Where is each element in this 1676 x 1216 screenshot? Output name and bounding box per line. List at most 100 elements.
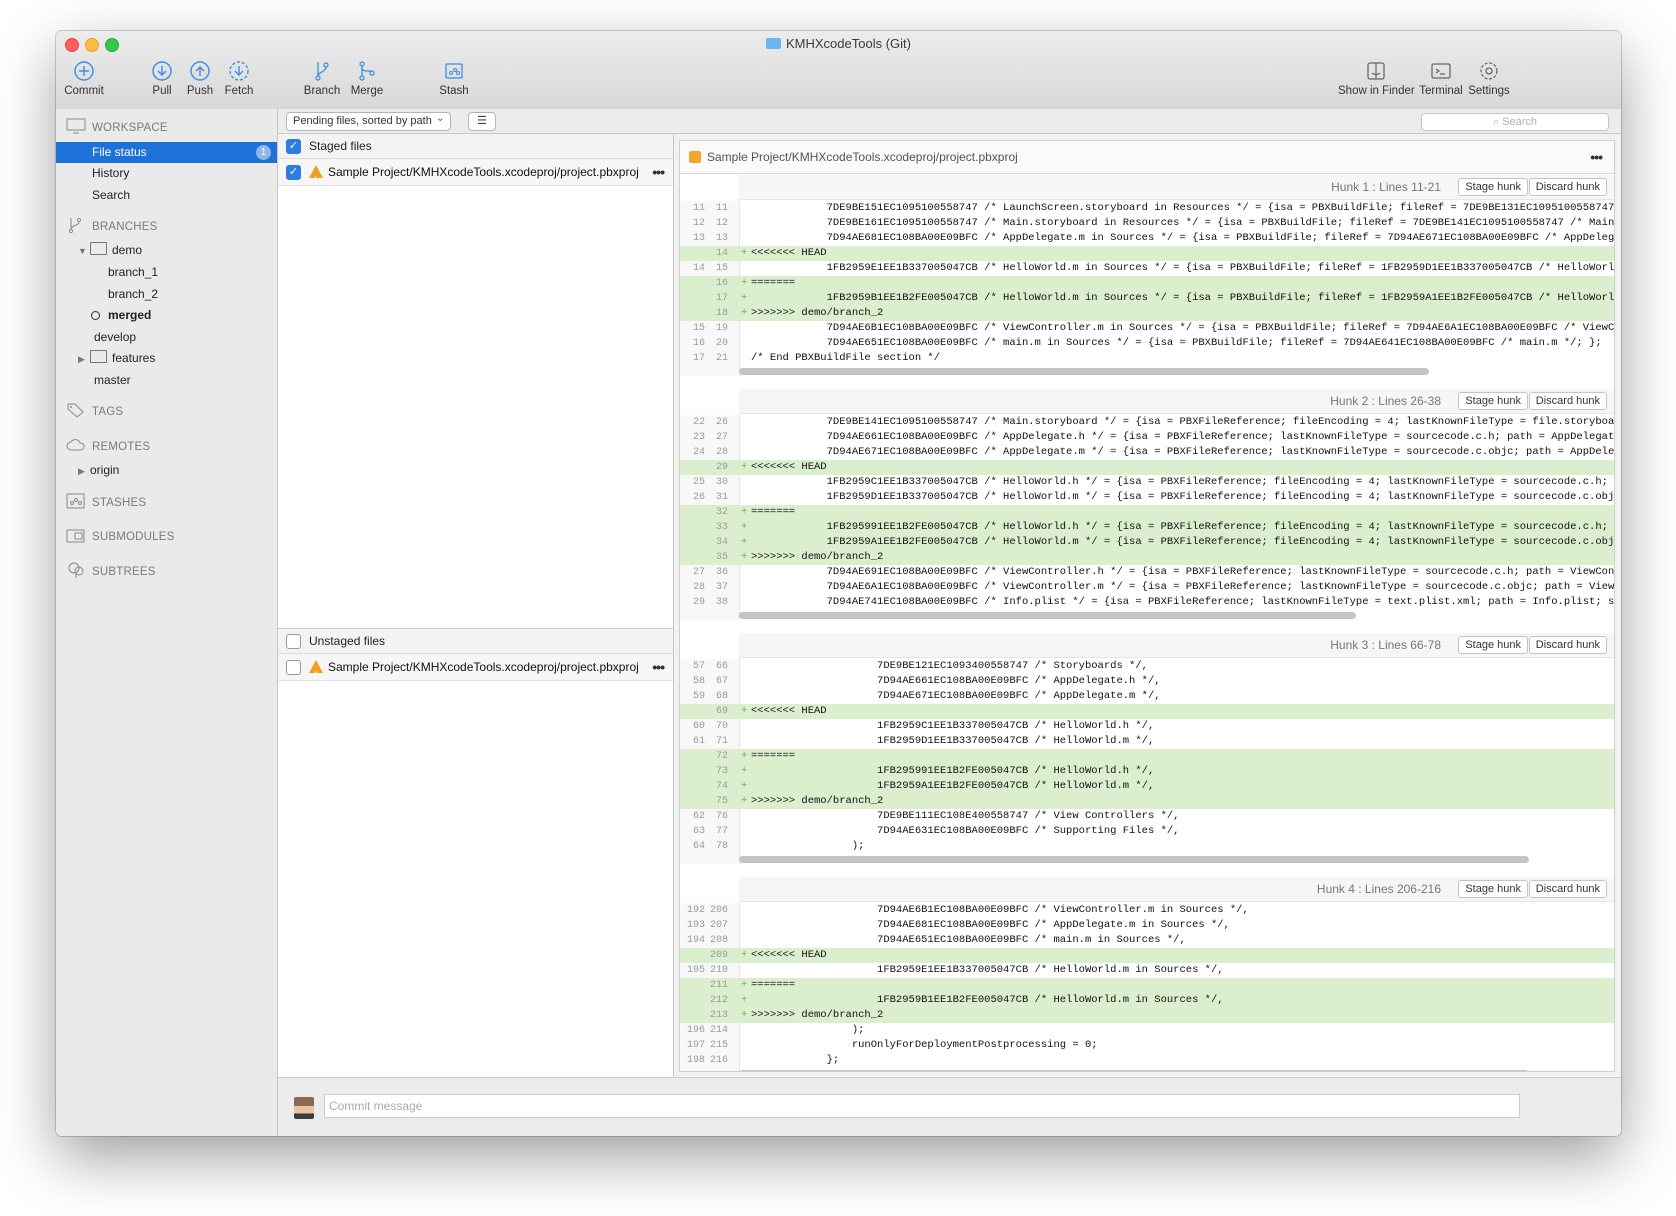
- horizontal-scrollbar[interactable]: [739, 368, 1429, 375]
- context-line[interactable]: 192 206 7D94AE6B1EC108BA00E09BFC /* ViewC…: [680, 903, 1614, 918]
- context-line[interactable]: 16 20 7D94AE651EC108BA00E09BFC /* main.m …: [680, 336, 1614, 351]
- horizontal-scrollbar[interactable]: [739, 856, 1529, 863]
- tags-section[interactable]: TAGS: [66, 402, 123, 418]
- staged-file-checkbox[interactable]: ✓: [286, 165, 301, 180]
- merge-button[interactable]: Merge: [346, 59, 388, 97]
- discard-hunk-button[interactable]: Discard hunk: [1528, 636, 1607, 654]
- context-line[interactable]: 193 207 7D94AE681EC108BA00E09BFC /* AppDe…: [680, 918, 1614, 933]
- context-line[interactable]: 28 37 7D94AE6A1EC108BA00E09BFC /* ViewCon…: [680, 580, 1614, 595]
- sidebar-item-features[interactable]: ▶ features: [56, 348, 277, 369]
- added-line[interactable]: 17 + 1FB2959B1EE1B2FE005047CB /* HelloWor…: [680, 291, 1614, 306]
- unstaged-file-checkbox[interactable]: [286, 660, 301, 675]
- stage-hunk-button[interactable]: Stage hunk: [1458, 880, 1528, 898]
- added-line[interactable]: 14 + <<<<<<< HEAD: [680, 246, 1614, 261]
- unstaged-select-all-checkbox[interactable]: [286, 634, 301, 649]
- added-line[interactable]: 69 + <<<<<<< HEAD: [680, 704, 1614, 719]
- settings-button[interactable]: Settings: [1466, 59, 1512, 97]
- sidebar-item-master[interactable]: master: [56, 370, 277, 391]
- context-line[interactable]: 64 78 );: [680, 839, 1614, 854]
- added-line[interactable]: 213 + >>>>>>> demo/branch_2: [680, 1008, 1614, 1023]
- subtrees-section[interactable]: SUBTREES: [66, 562, 156, 578]
- context-line[interactable]: 12 12 7DE9BE161EC1095100558747 /* Main.st…: [680, 216, 1614, 231]
- discard-hunk-button[interactable]: Discard hunk: [1528, 178, 1607, 196]
- context-line[interactable]: 23 27 7D94AE661EC108BA00E09BFC /* AppDele…: [680, 430, 1614, 445]
- commit-message-input[interactable]: Commit message: [324, 1094, 1520, 1118]
- disclosure-closed-icon[interactable]: ▶: [78, 461, 90, 482]
- added-line[interactable]: 33 + 1FB295991EE1B2FE005047CB /* HelloWor…: [680, 520, 1614, 535]
- added-line[interactable]: 18 + >>>>>>> demo/branch_2: [680, 306, 1614, 321]
- staged-file-row[interactable]: ✓ Sample Project/KMHXcodeTools.xcodeproj…: [278, 159, 673, 193]
- stage-hunk-button[interactable]: Stage hunk: [1458, 178, 1528, 196]
- context-line[interactable]: 24 28 7D94AE671EC108BA00E09BFC /* AppDele…: [680, 445, 1614, 460]
- added-line[interactable]: 35 + >>>>>>> demo/branch_2: [680, 550, 1614, 565]
- terminal-button[interactable]: Terminal: [1418, 59, 1464, 97]
- stash-button[interactable]: Stash: [434, 59, 474, 97]
- context-line[interactable]: 29 38 7D94AE741EC108BA00E09BFC /* Info.pl…: [680, 595, 1614, 610]
- branches-section[interactable]: BRANCHES: [66, 217, 158, 233]
- stage-hunk-button[interactable]: Stage hunk: [1458, 636, 1528, 654]
- submodules-section[interactable]: SUBMODULES: [66, 527, 175, 543]
- sidebar-item-merged[interactable]: merged: [56, 305, 277, 326]
- context-line[interactable]: 17 21 /* End PBXBuildFile section */: [680, 351, 1614, 366]
- context-line[interactable]: 25 30 1FB2959C1EE1B337005047CB /* HelloWo…: [680, 475, 1614, 490]
- sidebar-item-branch-2[interactable]: branch_2: [56, 284, 277, 305]
- remotes-section[interactable]: REMOTES: [66, 437, 150, 453]
- horizontal-scrollbar[interactable]: [739, 612, 1356, 619]
- stashes-section[interactable]: STASHES: [66, 493, 146, 509]
- sidebar-item-history[interactable]: History: [56, 163, 277, 184]
- context-line[interactable]: 62 76 7DE9BE111EC108E400558747 /* View Co…: [680, 809, 1614, 824]
- context-line[interactable]: 15 19 7D94AE6B1EC108BA00E09BFC /* ViewCon…: [680, 321, 1614, 336]
- context-line[interactable]: 13 13 7D94AE681EC108BA00E09BFC /* AppDele…: [680, 231, 1614, 246]
- added-line[interactable]: 212 + 1FB2959B1EE1B2FE005047CB /* HelloWo…: [680, 993, 1614, 1008]
- show-in-finder-button[interactable]: Show in Finder: [1338, 59, 1415, 97]
- added-line[interactable]: 74 + 1FB2959A1EE1B2FE005047CB /* HelloWor…: [680, 779, 1614, 794]
- context-line[interactable]: 14 15 1FB2959E1EE1B337005047CB /* HelloWo…: [680, 261, 1614, 276]
- context-line[interactable]: 197 215 runOnlyForDeploymentPostprocessin…: [680, 1038, 1614, 1053]
- added-line[interactable]: 73 + 1FB295991EE1B2FE005047CB /* HelloWor…: [680, 764, 1614, 779]
- more-options-icon[interactable]: •••: [652, 159, 665, 185]
- list-view-button[interactable]: ☰: [468, 112, 496, 131]
- sidebar-item-origin[interactable]: ▶ origin: [56, 460, 277, 481]
- disclosure-closed-icon[interactable]: ▶: [78, 349, 90, 370]
- added-line[interactable]: 72 + =======: [680, 749, 1614, 764]
- disclosure-open-icon[interactable]: ▼: [78, 241, 90, 262]
- added-line[interactable]: 211 + =======: [680, 978, 1614, 993]
- added-line[interactable]: 29 + <<<<<<< HEAD: [680, 460, 1614, 475]
- discard-hunk-button[interactable]: Discard hunk: [1528, 880, 1607, 898]
- context-line[interactable]: 198 216 };: [680, 1053, 1614, 1068]
- sidebar-item-file-status[interactable]: File status 1: [56, 142, 277, 163]
- context-line[interactable]: 194 208 7D94AE651EC108BA00E09BFC /* main.…: [680, 933, 1614, 948]
- sidebar-item-demo[interactable]: ▼ demo: [56, 240, 277, 261]
- push-button[interactable]: Push: [182, 59, 218, 97]
- branch-button[interactable]: Branch: [300, 59, 344, 97]
- context-line[interactable]: 11 11 7DE9BE151EC1095100558747 /* LaunchS…: [680, 201, 1614, 216]
- context-line[interactable]: 27 36 7D94AE691EC108BA00E09BFC /* ViewCon…: [680, 565, 1614, 580]
- discard-hunk-button[interactable]: Discard hunk: [1528, 392, 1607, 410]
- context-line[interactable]: 57 66 7DE9BE121EC1093400558747 /* Storybo…: [680, 659, 1614, 674]
- commit-button[interactable]: Commit: [62, 59, 106, 97]
- added-line[interactable]: 75 + >>>>>>> demo/branch_2: [680, 794, 1614, 809]
- horizontal-scrollbar[interactable]: [739, 1070, 1529, 1071]
- added-line[interactable]: 209 + <<<<<<< HEAD: [680, 948, 1614, 963]
- context-line[interactable]: 196 214 );: [680, 1023, 1614, 1038]
- added-line[interactable]: 16 + =======: [680, 276, 1614, 291]
- file-sort-dropdown[interactable]: Pending files, sorted by path: [286, 110, 451, 131]
- sidebar-item-branch-1[interactable]: branch_1: [56, 262, 277, 283]
- context-line[interactable]: 58 67 7D94AE661EC108BA00E09BFC /* AppDele…: [680, 674, 1614, 689]
- context-line[interactable]: 60 70 1FB2959C1EE1B337005047CB /* HelloWo…: [680, 719, 1614, 734]
- context-line[interactable]: 26 31 1FB2959D1EE1B337005047CB /* HelloWo…: [680, 490, 1614, 505]
- added-line[interactable]: 34 + 1FB2959A1EE1B2FE005047CB /* HelloWor…: [680, 535, 1614, 550]
- more-options-icon[interactable]: •••: [1590, 141, 1603, 173]
- more-options-icon[interactable]: •••: [652, 654, 665, 680]
- context-line[interactable]: 22 26 7DE9BE141EC1095100558747 /* Main.st…: [680, 415, 1614, 430]
- stage-hunk-button[interactable]: Stage hunk: [1458, 392, 1528, 410]
- fetch-button[interactable]: Fetch: [220, 59, 258, 97]
- unstaged-file-row[interactable]: Sample Project/KMHXcodeTools.xcodeproj/p…: [278, 654, 673, 688]
- context-line[interactable]: 195 210 1FB2959E1EE1B337005047CB /* Hello…: [680, 963, 1614, 978]
- sidebar-item-develop[interactable]: develop: [56, 327, 277, 348]
- pull-button[interactable]: Pull: [144, 59, 180, 97]
- search-input[interactable]: ⌕ Search: [1421, 113, 1609, 131]
- added-line[interactable]: 32 + =======: [680, 505, 1614, 520]
- staged-select-all-checkbox[interactable]: ✓: [286, 139, 301, 154]
- context-line[interactable]: 63 77 7D94AE631EC108BA00E09BFC /* Support…: [680, 824, 1614, 839]
